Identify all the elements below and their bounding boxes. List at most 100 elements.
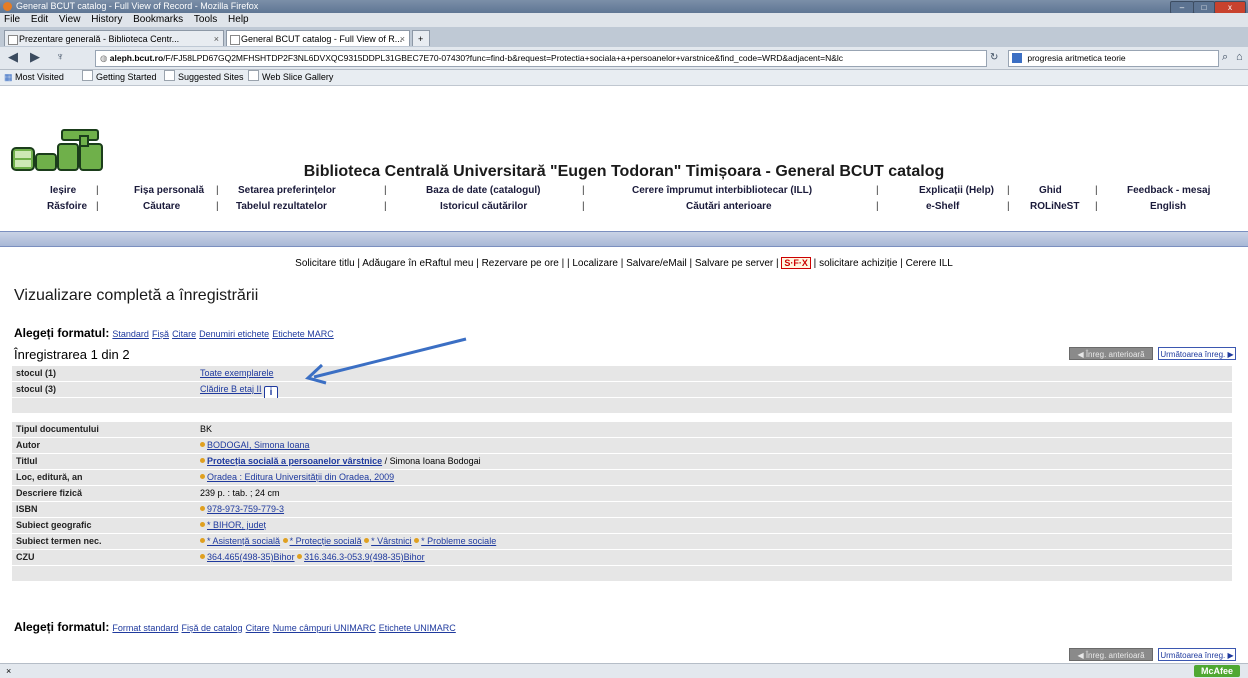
bookmarks-bar: ▦ Most Visited Getting Started Suggested… xyxy=(0,70,1248,86)
table-row: ISBN 978-973-759-779-3 xyxy=(12,502,1232,517)
back-icon[interactable]: ◀ xyxy=(8,49,18,65)
bookmark-web-slice-gallery[interactable]: Web Slice Gallery xyxy=(248,70,333,85)
nav-help[interactable]: Explicații (Help) xyxy=(919,185,994,196)
menu-tools[interactable]: Tools xyxy=(194,14,217,25)
bookmark-label: Suggested Sites xyxy=(178,72,244,82)
menu-view[interactable]: View xyxy=(59,14,81,25)
menu-file[interactable]: File xyxy=(4,14,20,25)
tab-close-icon[interactable]: × xyxy=(214,31,219,46)
mcafee-badge[interactable]: McAfee xyxy=(1194,665,1240,677)
nav-cerere-imprumut[interactable]: Cerere împrumut interbibliotecar (ILL) xyxy=(632,185,812,196)
title-link[interactable]: Protecția socială a persoanelor vârstnic… xyxy=(207,456,382,466)
action-localizare[interactable]: Localizare xyxy=(572,258,618,269)
table-row: Tipul documentului BK xyxy=(12,422,1232,437)
nav-tabelul-rezultatelor[interactable]: Tabelul rezultatelor xyxy=(236,201,327,212)
nav-istoricul-cautarilor[interactable]: Istoricul căutărilor xyxy=(440,201,527,212)
publisher-link[interactable]: Oradea : Editura Universității din Orade… xyxy=(207,472,394,482)
table-row: stocul (1) Toate exemplarele xyxy=(12,366,1232,381)
geographic-subject-link[interactable]: * BIHOR, județ xyxy=(207,520,266,530)
menu-history[interactable]: History xyxy=(91,14,122,25)
page-icon xyxy=(8,35,18,45)
forward-icon[interactable]: ▶ xyxy=(30,49,40,65)
nav-iesire[interactable]: Ieșire xyxy=(50,185,76,196)
czu-link[interactable]: 364.465(498-35)Bihor xyxy=(207,552,295,562)
subject-link[interactable]: * Protecție socială xyxy=(290,536,362,546)
bullet-icon xyxy=(200,506,205,511)
field-label: ISBN xyxy=(16,504,38,514)
nav-e-shelf[interactable]: e-Shelf xyxy=(926,201,959,212)
format-standard-link[interactable]: Format standard xyxy=(112,623,178,633)
nav-setarea-preferintelor[interactable]: Setarea preferințelor xyxy=(238,185,336,196)
sfx-button[interactable]: S·F·X xyxy=(781,257,811,269)
menu-bookmarks[interactable]: Bookmarks xyxy=(133,14,183,25)
action-salvare-server[interactable]: Salvare pe server xyxy=(695,258,773,269)
nav-separator: | xyxy=(1007,201,1010,212)
nav-cautare[interactable]: Căutare xyxy=(143,201,180,212)
nav-ghid[interactable]: Ghid xyxy=(1039,185,1062,196)
nav-rolinest[interactable]: ROLiNeST xyxy=(1030,201,1079,212)
bullet-icon xyxy=(200,522,205,527)
previous-record-button[interactable]: ◀ Înreg. anterioară xyxy=(1069,347,1153,360)
url-bar[interactable]: ◍ aleph.bcut.ro/F/FJ58LPD67GQ2MFHSHTDP2F… xyxy=(95,50,987,67)
table-row-spacer xyxy=(12,566,1232,581)
bookmark-suggested-sites[interactable]: Suggested Sites xyxy=(164,70,244,85)
table-row: Loc, editură, an Oradea : Editura Univer… xyxy=(12,470,1232,485)
action-rezervare[interactable]: Rezervare pe ore xyxy=(482,258,559,269)
action-solicitare-achizitie[interactable]: solicitare achiziție xyxy=(819,258,897,269)
action-cerere-ill[interactable]: Cerere ILL xyxy=(906,258,953,269)
bookmark-label: Getting Started xyxy=(96,72,157,82)
menu-help[interactable]: Help xyxy=(228,14,249,25)
format-fisa-catalog-link[interactable]: Fișă de catalog xyxy=(182,623,243,633)
nav-cautari-anterioare[interactable]: Căutări anterioare xyxy=(686,201,772,212)
author-link[interactable]: BODOGAI, Simona Ioana xyxy=(207,440,310,450)
format-denumiri-etichete-link[interactable]: Denumiri etichete xyxy=(199,329,269,339)
bookmark-getting-started[interactable]: Getting Started xyxy=(82,70,157,85)
field-label: CZU xyxy=(16,552,35,562)
tab-catalog[interactable]: General BCUT catalog - Full View of R...… xyxy=(226,30,410,46)
menu-edit[interactable]: Edit xyxy=(31,14,48,25)
action-solicitare-titlu[interactable]: Solicitare titlu xyxy=(295,258,354,269)
status-close-icon[interactable]: × xyxy=(6,664,11,678)
next-record-button[interactable]: Următoarea înreg. ▶ xyxy=(1158,648,1236,661)
nav-feedback[interactable]: Feedback - mesaj xyxy=(1127,185,1210,196)
nav-separator: | xyxy=(384,201,387,212)
subject-link[interactable]: * Asistență socială xyxy=(207,536,280,546)
record-counter: Înregistrarea 1 din 2 xyxy=(14,347,130,362)
new-tab-button[interactable]: + xyxy=(412,30,430,46)
field-label: Subiect termen nec. xyxy=(16,536,102,546)
action-salvare-email[interactable]: Salvare/eMail xyxy=(626,258,687,269)
previous-record-button[interactable]: ◀ Înreg. anterioară xyxy=(1069,648,1153,661)
tab-prezentare[interactable]: Prezentare generală - Biblioteca Centr..… xyxy=(4,30,224,46)
nav-rasfoire[interactable]: Răsfoire xyxy=(47,201,87,212)
tab-close-icon[interactable]: × xyxy=(400,31,405,46)
nav-baza-de-date[interactable]: Baza de date (catalogul) xyxy=(426,185,540,196)
home-icon[interactable]: ⌂ xyxy=(1236,51,1243,63)
action-adaugare-eraft[interactable]: Adăugare în eRaftul meu xyxy=(362,258,473,269)
url-domain: aleph.bcut.ro xyxy=(109,53,164,63)
search-input[interactable]: progresia aritmetica teorie xyxy=(1008,50,1219,67)
search-icon[interactable]: ⌕ xyxy=(1222,51,1228,64)
reload-icon[interactable]: ↻ xyxy=(990,52,998,63)
subject-link[interactable]: * Probleme sociale xyxy=(421,536,496,546)
search-engine-icon[interactable] xyxy=(1012,53,1022,63)
format-citare-link[interactable]: Citare xyxy=(172,329,196,339)
nav-separator: | xyxy=(216,185,219,196)
bookmark-most-visited[interactable]: ▦ Most Visited xyxy=(4,70,64,85)
nav-fisa-personala[interactable]: Fișa personală xyxy=(134,185,204,196)
next-record-button[interactable]: Următoarea înreg. ▶ xyxy=(1158,347,1236,360)
history-icon[interactable]: ♆ xyxy=(56,51,64,63)
isbn-link[interactable]: 978-973-759-779-3 xyxy=(207,504,284,514)
holdings-all-copies-link[interactable]: Toate exemplarele xyxy=(200,366,274,381)
format-fisa-link[interactable]: Fișă xyxy=(152,329,169,339)
format-standard-link[interactable]: Standard xyxy=(112,329,149,339)
holdings-location-link[interactable]: Clădire B etaj II xyxy=(200,384,262,394)
czu-link[interactable]: 316.346.3-053.9(498-35)Bihor xyxy=(304,552,425,562)
bullet-icon xyxy=(414,538,420,543)
subject-link[interactable]: * Vârstnici xyxy=(371,536,412,546)
format-etichete-unimarc-link[interactable]: Etichete UNIMARC xyxy=(379,623,456,633)
nav-english[interactable]: English xyxy=(1150,201,1186,212)
title-responsibility: / Simona Ioana Bodogai xyxy=(382,456,481,466)
format-nume-campuri-unimarc-link[interactable]: Nume câmpuri UNIMARC xyxy=(273,623,376,633)
format-citare-link[interactable]: Citare xyxy=(246,623,270,633)
firefox-icon xyxy=(3,2,12,11)
